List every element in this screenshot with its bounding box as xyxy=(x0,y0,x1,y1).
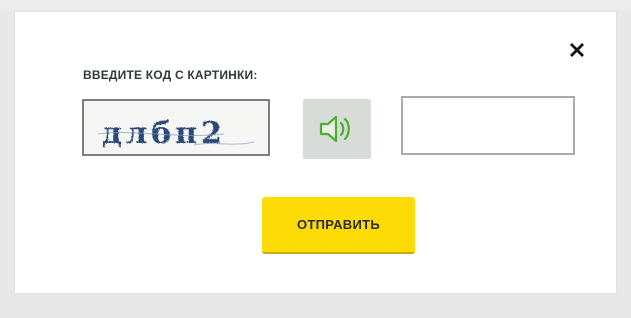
speaker-icon xyxy=(319,115,350,143)
submit-button[interactable]: ОТПРАВИТЬ xyxy=(262,197,415,254)
page-backdrop xyxy=(0,0,631,10)
close-button[interactable] xyxy=(567,40,587,60)
captcha-text: длбп2 xyxy=(102,116,226,151)
captcha-picture: длбп2 xyxy=(84,101,268,154)
captcha-image: длбп2 xyxy=(82,99,270,156)
close-icon xyxy=(570,43,584,57)
captcha-prompt: ВВЕДИТЕ КОД С КАРТИНКИ: xyxy=(83,68,258,82)
captcha-dialog: ВВЕДИТЕ КОД С КАРТИНКИ: длбп2 ОТПРАВИТЬ xyxy=(15,12,616,293)
audio-captcha-button[interactable] xyxy=(303,99,371,159)
captcha-code-input[interactable] xyxy=(401,96,575,155)
